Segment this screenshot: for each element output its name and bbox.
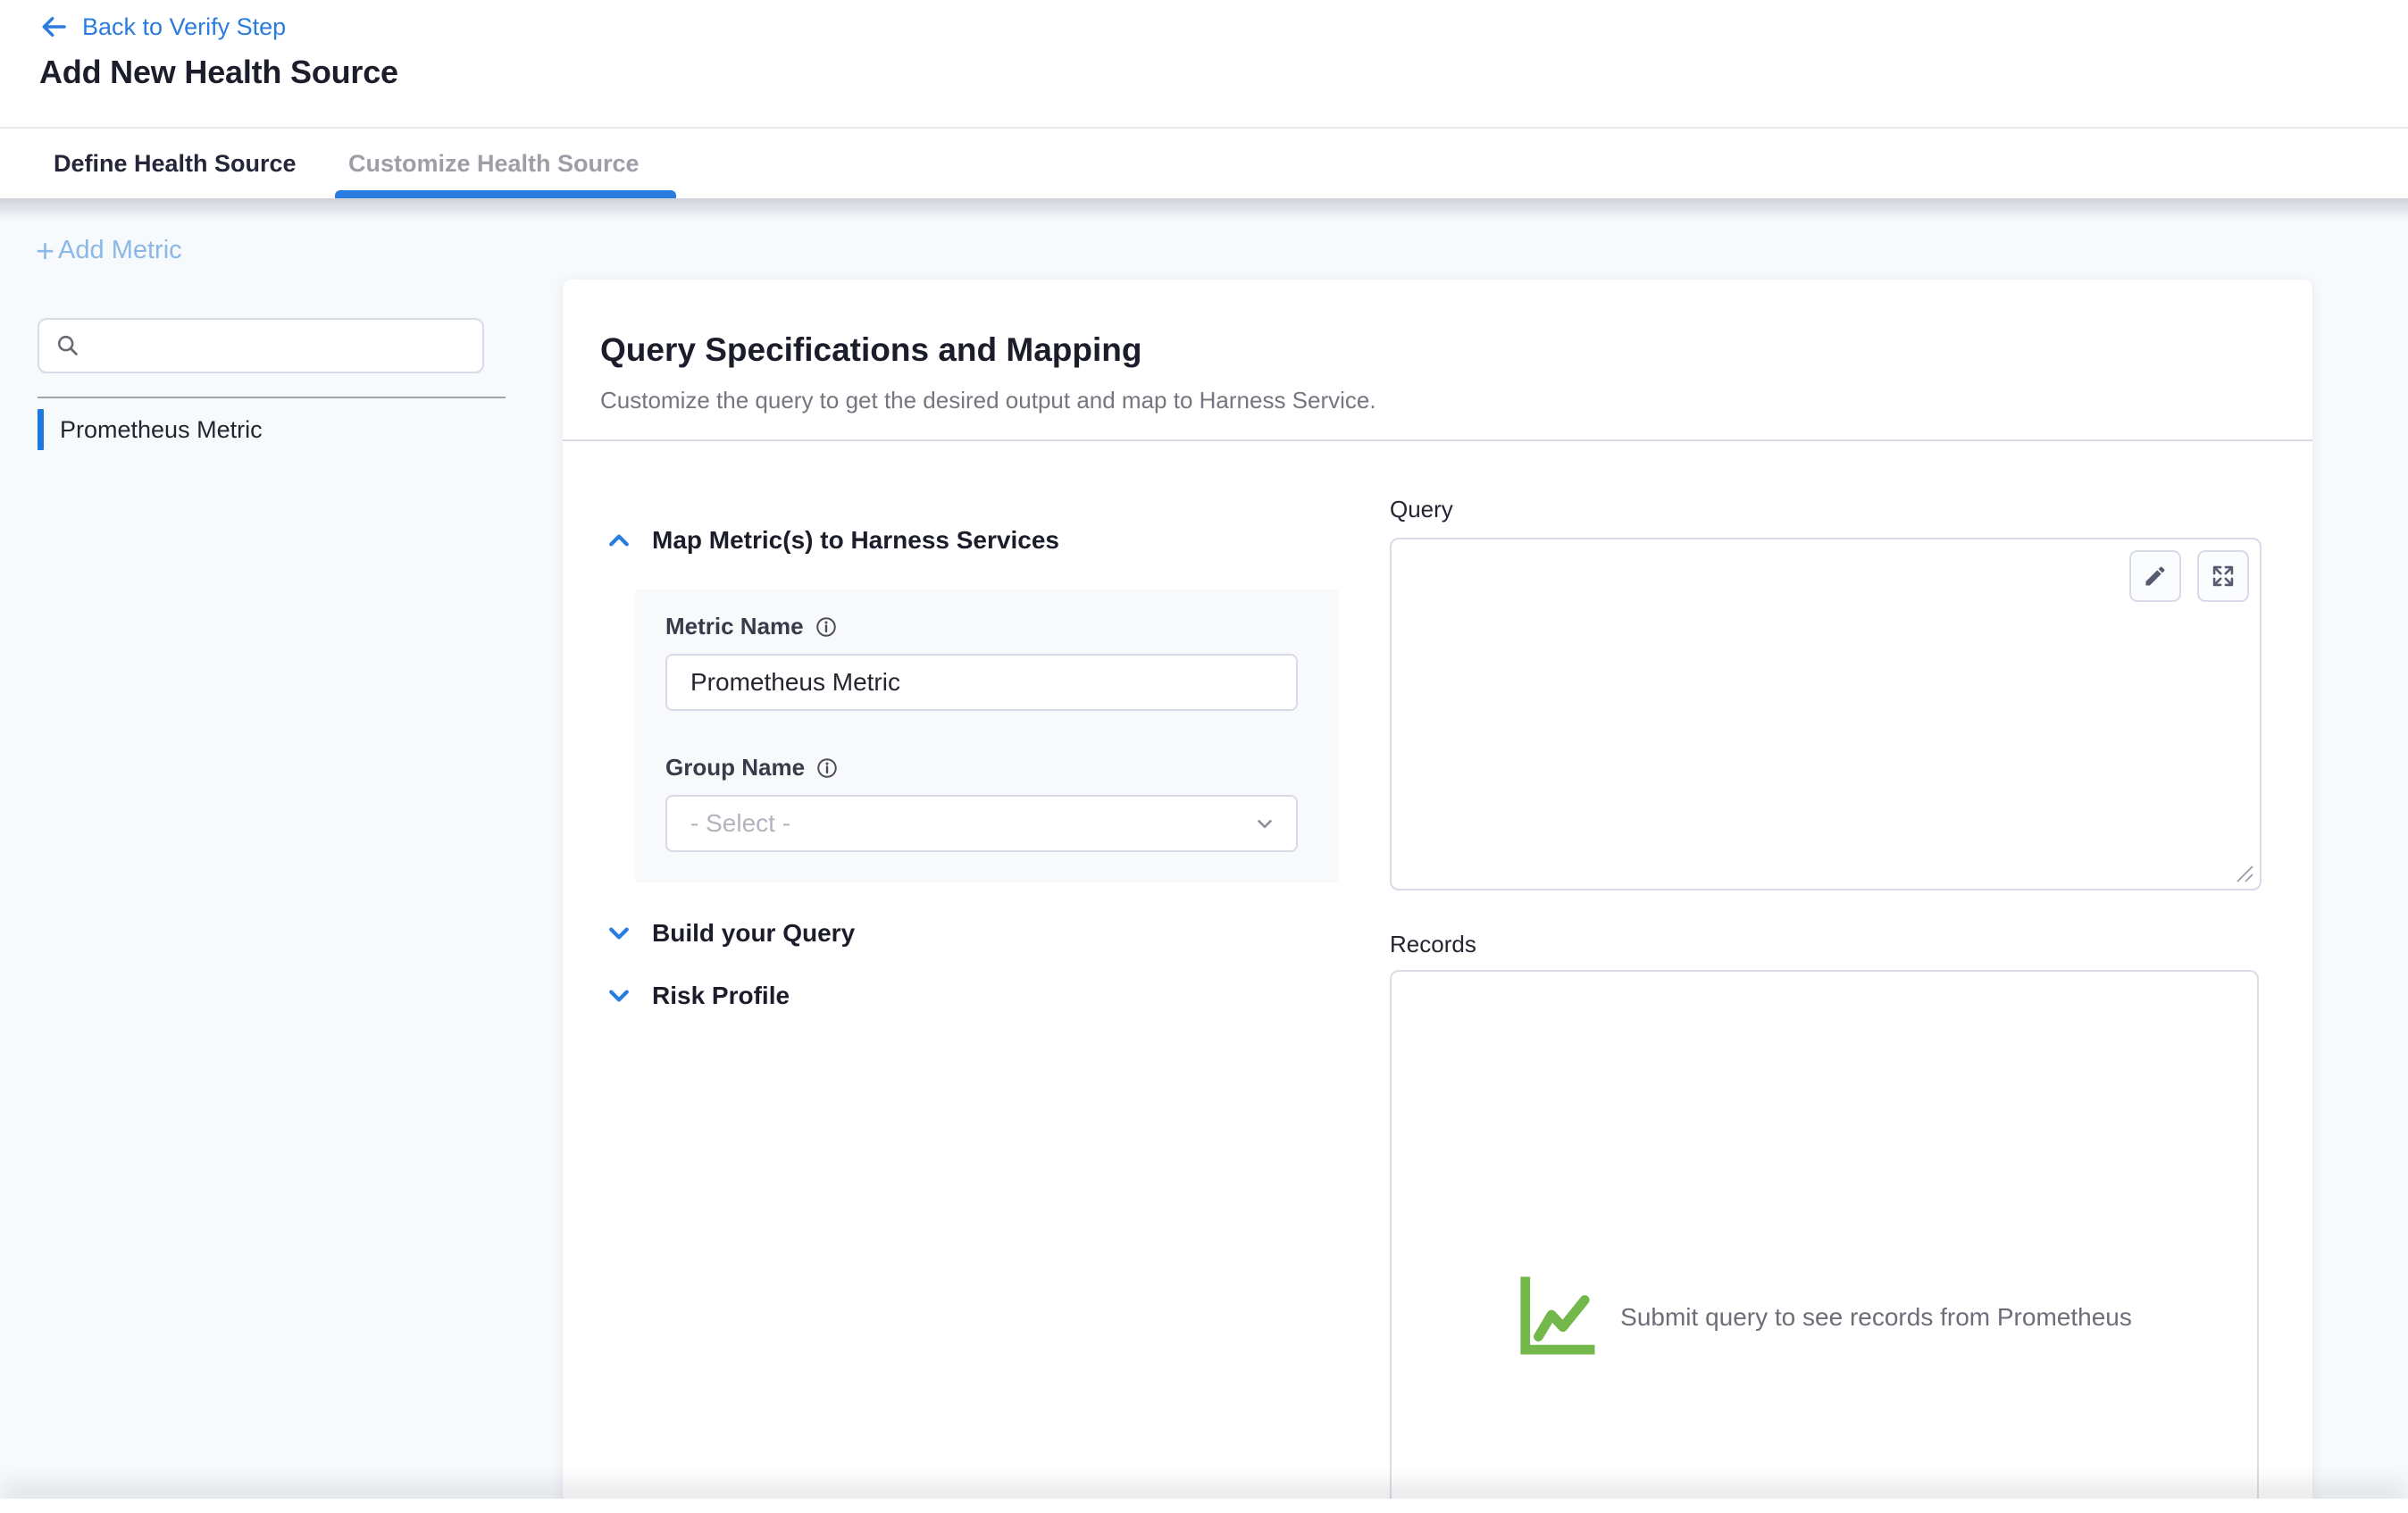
chevron-down-icon bbox=[606, 982, 632, 1009]
query-label: Query bbox=[1390, 496, 1453, 523]
tab-define-health-source[interactable]: Define Health Source bbox=[54, 129, 297, 198]
chevron-up-icon bbox=[606, 527, 632, 554]
expand-query-button[interactable] bbox=[2197, 550, 2249, 602]
panel-subtitle: Customize the query to get the desired o… bbox=[600, 387, 1376, 414]
records-empty-text: Submit query to see records from Prometh… bbox=[1620, 1303, 2132, 1332]
records-empty-state: Submit query to see records from Prometh… bbox=[1392, 1275, 2257, 1359]
section-build-your-query-title: Build your Query bbox=[652, 919, 855, 948]
group-name-placeholder: - Select - bbox=[690, 809, 1253, 838]
tab-bar: Define Health Source Customize Health So… bbox=[0, 127, 2408, 198]
chevron-down-icon bbox=[1253, 812, 1276, 835]
page-title: Add New Health Source bbox=[39, 54, 398, 91]
selected-indicator bbox=[38, 409, 44, 450]
content-area: + Add Metric Prometheus Metric Query Spe… bbox=[0, 198, 2408, 1513]
sidebar-divider bbox=[38, 397, 506, 398]
info-icon[interactable] bbox=[815, 615, 838, 639]
section-build-your-query[interactable]: Build your Query bbox=[606, 915, 855, 951]
section-map-metrics-title: Map Metric(s) to Harness Services bbox=[652, 526, 1059, 555]
metrics-sidebar: + Add Metric Prometheus Metric bbox=[0, 198, 563, 1513]
expand-icon bbox=[2211, 564, 2236, 589]
chevron-down-icon bbox=[606, 920, 632, 947]
section-risk-profile-title: Risk Profile bbox=[652, 982, 790, 1010]
page-header: Back to Verify Step Add New Health Sourc… bbox=[0, 0, 2408, 127]
group-name-select[interactable]: - Select - bbox=[665, 795, 1298, 852]
records-label: Records bbox=[1390, 931, 1476, 958]
back-button-label: Back to Verify Step bbox=[82, 13, 286, 41]
footer-bar bbox=[0, 1499, 2408, 1513]
metric-name-label-text: Metric Name bbox=[665, 613, 804, 640]
active-tab-underline bbox=[335, 190, 676, 198]
section-risk-profile[interactable]: Risk Profile bbox=[606, 978, 790, 1014]
tab-customize-health-source[interactable]: Customize Health Source bbox=[348, 129, 640, 198]
line-chart-icon bbox=[1517, 1275, 1595, 1359]
metric-search-input[interactable] bbox=[93, 320, 466, 372]
records-panel: Submit query to see records from Prometh… bbox=[1390, 970, 2259, 1513]
metric-name-input[interactable] bbox=[665, 654, 1298, 711]
plus-icon: + bbox=[36, 238, 54, 264]
info-icon[interactable] bbox=[815, 756, 839, 780]
pencil-icon bbox=[2143, 564, 2168, 589]
add-metric-label: Add Metric bbox=[58, 236, 182, 265]
metric-search-box[interactable] bbox=[38, 318, 484, 373]
metric-mapping-form: Metric Name Group Name - Select - bbox=[635, 589, 1338, 882]
group-name-label-text: Group Name bbox=[665, 754, 805, 782]
back-button[interactable]: Back to Verify Step bbox=[39, 13, 286, 41]
edit-query-button[interactable] bbox=[2129, 550, 2181, 602]
section-map-metrics[interactable]: Map Metric(s) to Harness Services bbox=[606, 522, 1059, 558]
panel-title: Query Specifications and Mapping bbox=[600, 331, 1142, 369]
metric-item-label: Prometheus Metric bbox=[60, 416, 263, 444]
group-name-label: Group Name bbox=[665, 754, 839, 782]
search-icon bbox=[55, 333, 80, 358]
app-window: Back to Verify Step Add New Health Sourc… bbox=[0, 0, 2408, 1513]
query-specifications-panel: Query Specifications and Mapping Customi… bbox=[563, 280, 2312, 1513]
arrow-left-icon bbox=[39, 13, 68, 41]
resize-handle[interactable] bbox=[2234, 863, 2255, 884]
list-item-prometheus-metric[interactable]: Prometheus Metric bbox=[38, 409, 263, 450]
panel-divider bbox=[563, 439, 2312, 441]
query-editor bbox=[1390, 538, 2262, 890]
metric-name-label: Metric Name bbox=[665, 613, 838, 640]
query-actions bbox=[2129, 550, 2249, 602]
add-metric-button[interactable]: + Add Metric bbox=[36, 236, 182, 265]
